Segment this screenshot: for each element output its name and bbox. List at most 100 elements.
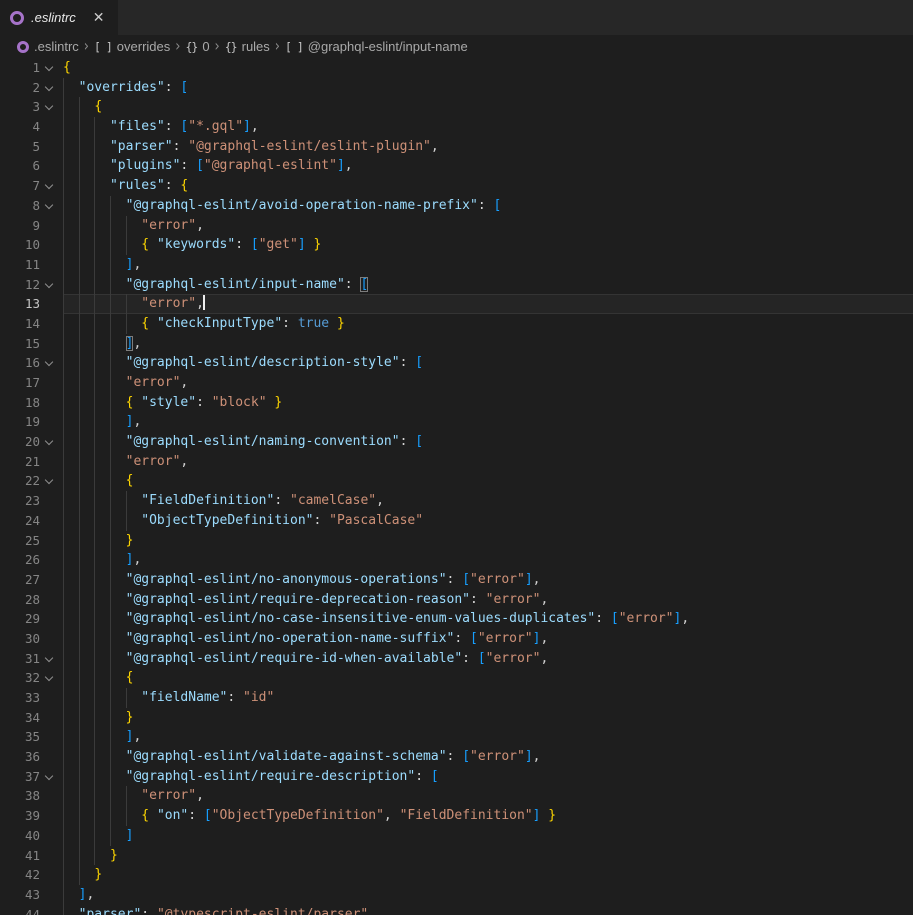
code-content[interactable]: "error", [63, 452, 913, 472]
code-content[interactable]: "@graphql-eslint/require-description": [ [63, 767, 913, 787]
fold-chevron-icon[interactable] [45, 673, 53, 681]
code-content[interactable]: "parser": "@typescript-eslint/parser" [63, 905, 913, 915]
code-line[interactable]: 25 } [0, 531, 913, 551]
breadcrumb-item-overrides[interactable]: [ ]overrides [94, 39, 170, 54]
code-content[interactable]: } [63, 708, 913, 728]
code-content[interactable]: { "style": "block" } [63, 393, 913, 413]
code-content[interactable]: "@graphql-eslint/description-style": [ [63, 353, 913, 373]
fold-chevron-icon[interactable] [45, 653, 53, 661]
code-content[interactable]: { "on": ["ObjectTypeDefinition", "FieldD… [63, 806, 913, 826]
code-content[interactable]: "parser": "@graphql-eslint/eslint-plugin… [63, 137, 913, 157]
code-content[interactable]: "error", [63, 294, 913, 314]
code-content[interactable]: { [63, 668, 913, 688]
code-line[interactable]: 37 "@graphql-eslint/require-description"… [0, 767, 913, 787]
code-content[interactable]: ], [63, 334, 913, 354]
editor[interactable]: 1{2 "overrides": [3 {4 "files": ["*.gql"… [0, 58, 913, 915]
code-content[interactable]: ] [63, 826, 913, 846]
code-line[interactable]: 12 "@graphql-eslint/input-name": [ [0, 275, 913, 295]
tab-eslintrc[interactable]: .eslintrc ✕ [0, 0, 118, 35]
code-content[interactable]: "@graphql-eslint/input-name": [ [63, 275, 913, 295]
code-line[interactable]: 31 "@graphql-eslint/require-id-when-avai… [0, 649, 913, 669]
code-line[interactable]: 21 "error", [0, 452, 913, 472]
code-content[interactable]: "@graphql-eslint/naming-convention": [ [63, 432, 913, 452]
code-line[interactable]: 11 ], [0, 255, 913, 275]
code-line[interactable]: 30 "@graphql-eslint/no-operation-name-su… [0, 629, 913, 649]
code-line[interactable]: 14 { "checkInputType": true } [0, 314, 913, 334]
breadcrumb-item--graphql-eslint-input-name[interactable]: [ ]@graphql-eslint/input-name [285, 39, 468, 54]
code-content[interactable]: "plugins": ["@graphql-eslint"], [63, 156, 913, 176]
code-content[interactable]: "FieldDefinition": "camelCase", [63, 491, 913, 511]
code-line[interactable]: 18 { "style": "block" } [0, 393, 913, 413]
code-line[interactable]: 9 "error", [0, 216, 913, 236]
code-line[interactable]: 32 { [0, 668, 913, 688]
code-content[interactable]: { [63, 97, 913, 117]
fold-chevron-icon[interactable] [45, 437, 53, 445]
code-content[interactable]: ], [63, 412, 913, 432]
code-line[interactable]: 35 ], [0, 727, 913, 747]
code-content[interactable]: "@graphql-eslint/avoid-operation-name-pr… [63, 196, 913, 216]
code-content[interactable]: { [63, 471, 913, 491]
code-content[interactable]: "@graphql-eslint/no-operation-name-suffi… [63, 629, 913, 649]
code-line[interactable]: 29 "@graphql-eslint/no-case-insensitive-… [0, 609, 913, 629]
code-line[interactable]: 24 "ObjectTypeDefinition": "PascalCase" [0, 511, 913, 531]
breadcrumb-item-0[interactable]: {}0 [185, 39, 209, 54]
code-line[interactable]: 43 ], [0, 885, 913, 905]
code-line[interactable]: 4 "files": ["*.gql"], [0, 117, 913, 137]
code-line[interactable]: 34 } [0, 708, 913, 728]
fold-chevron-icon[interactable] [45, 181, 53, 189]
close-icon[interactable]: ✕ [93, 11, 105, 25]
code-line[interactable]: 8 "@graphql-eslint/avoid-operation-name-… [0, 196, 913, 216]
code-line[interactable]: 33 "fieldName": "id" [0, 688, 913, 708]
fold-chevron-icon[interactable] [45, 82, 53, 90]
code-line[interactable]: 26 ], [0, 550, 913, 570]
code-line[interactable]: 15 ], [0, 334, 913, 354]
code-line[interactable]: 41 } [0, 846, 913, 866]
code-line[interactable]: 17 "error", [0, 373, 913, 393]
code-content[interactable]: "fieldName": "id" [63, 688, 913, 708]
code-line[interactable]: 10 { "keywords": ["get"] } [0, 235, 913, 255]
code-line[interactable]: 28 "@graphql-eslint/require-deprecation-… [0, 590, 913, 610]
code-content[interactable]: } [63, 865, 913, 885]
code-line[interactable]: 1{ [0, 58, 913, 78]
code-line[interactable]: 5 "parser": "@graphql-eslint/eslint-plug… [0, 137, 913, 157]
code-line[interactable]: 42 } [0, 865, 913, 885]
code-line[interactable]: 2 "overrides": [ [0, 78, 913, 98]
breadcrumb-item-rules[interactable]: {}rules [225, 39, 270, 54]
code-content[interactable]: ], [63, 885, 913, 905]
code-content[interactable]: "ObjectTypeDefinition": "PascalCase" [63, 511, 913, 531]
code-content[interactable]: "error", [63, 373, 913, 393]
breadcrumb-item--eslintrc[interactable]: .eslintrc [17, 39, 79, 54]
code-line[interactable]: 27 "@graphql-eslint/no-anonymous-operati… [0, 570, 913, 590]
code-content[interactable]: ], [63, 255, 913, 275]
code-line[interactable]: 20 "@graphql-eslint/naming-convention": … [0, 432, 913, 452]
code-line[interactable]: 13 "error", [0, 294, 913, 314]
code-line[interactable]: 3 { [0, 97, 913, 117]
code-line[interactable]: 22 { [0, 471, 913, 491]
code-content[interactable]: "error", [63, 216, 913, 236]
code-content[interactable]: "files": ["*.gql"], [63, 117, 913, 137]
code-content[interactable]: ], [63, 550, 913, 570]
code-content[interactable]: } [63, 846, 913, 866]
code-line[interactable]: 39 { "on": ["ObjectTypeDefinition", "Fie… [0, 806, 913, 826]
code-line[interactable]: 6 "plugins": ["@graphql-eslint"], [0, 156, 913, 176]
fold-chevron-icon[interactable] [45, 279, 53, 287]
fold-chevron-icon[interactable] [45, 201, 53, 209]
fold-chevron-icon[interactable] [45, 772, 53, 780]
fold-chevron-icon[interactable] [45, 476, 53, 484]
fold-chevron-icon[interactable] [45, 63, 53, 71]
code-content[interactable]: { "checkInputType": true } [63, 314, 913, 334]
code-line[interactable]: 7 "rules": { [0, 176, 913, 196]
code-line[interactable]: 23 "FieldDefinition": "camelCase", [0, 491, 913, 511]
code-line[interactable]: 44 "parser": "@typescript-eslint/parser" [0, 905, 913, 915]
code-line[interactable]: 36 "@graphql-eslint/validate-against-sch… [0, 747, 913, 767]
code-content[interactable]: { [63, 58, 913, 78]
code-content[interactable]: "error", [63, 786, 913, 806]
fold-chevron-icon[interactable] [45, 358, 53, 366]
code-content[interactable]: "@graphql-eslint/require-id-when-availab… [63, 649, 913, 669]
code-content[interactable]: "@graphql-eslint/validate-against-schema… [63, 747, 913, 767]
code-content[interactable]: "@graphql-eslint/no-anonymous-operations… [63, 570, 913, 590]
code-content[interactable]: "rules": { [63, 176, 913, 196]
code-content[interactable]: "@graphql-eslint/no-case-insensitive-enu… [63, 609, 913, 629]
code-content[interactable]: "@graphql-eslint/require-deprecation-rea… [63, 590, 913, 610]
code-content[interactable]: "overrides": [ [63, 78, 913, 98]
